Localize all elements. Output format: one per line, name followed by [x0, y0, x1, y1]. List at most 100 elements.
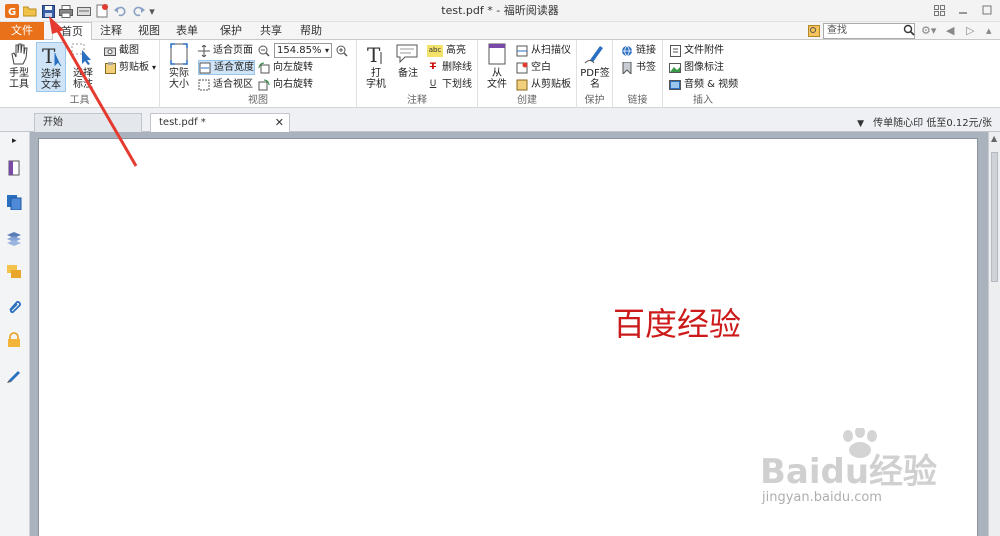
undo-icon[interactable] — [112, 3, 128, 19]
save-icon[interactable] — [40, 3, 56, 19]
comments-icon[interactable] — [6, 264, 22, 280]
from-file-icon — [488, 43, 506, 65]
new-icon[interactable] — [94, 3, 110, 19]
hand-tool-button[interactable]: 手型 工具 — [4, 42, 34, 90]
select-annotation-button[interactable]: 选择 标注 — [68, 42, 98, 90]
expand-panel-icon[interactable]: ▸ — [12, 136, 28, 152]
from-scanner-button[interactable]: 从扫描仪 — [516, 43, 571, 58]
hand-tool-label: 手型 工具 — [9, 68, 29, 90]
actual-size-label: 实际 大小 — [169, 68, 189, 90]
svg-text:G: G — [8, 7, 16, 18]
group-create: 从 文件 从扫描仪 空白 从剪贴板 创建 — [478, 40, 577, 108]
layout-icon[interactable] — [932, 2, 946, 18]
snapshot-button[interactable]: 截图 — [104, 43, 139, 58]
tab-comment[interactable]: 注释 — [92, 22, 130, 40]
bookmark-button[interactable]: 书签 — [621, 60, 656, 75]
select-text-label: 选择 文本 — [41, 69, 61, 91]
tab-start[interactable]: 开始 — [34, 113, 142, 132]
select-text-button[interactable]: T 选择 文本 — [36, 42, 66, 92]
open-folder-icon[interactable] — [22, 3, 38, 19]
pdf-sign-button[interactable]: PDF签 名 — [580, 42, 610, 90]
settings-gear-icon[interactable]: ⚙▾ — [921, 24, 936, 37]
typewriter-icon: T — [367, 43, 382, 66]
zoom-value: 154.85% — [277, 45, 322, 56]
zoom-out-icon[interactable] — [258, 43, 270, 58]
note-button[interactable]: 备注 — [393, 42, 423, 79]
clipboard-icon — [104, 61, 116, 74]
clipboard-button[interactable]: 剪贴板 ▾ — [104, 60, 156, 75]
from-file-label: 从 文件 — [487, 68, 507, 90]
typewriter-button[interactable]: T 打 字机 — [361, 42, 391, 90]
close-tab-icon[interactable]: ✕ — [275, 114, 284, 132]
insert-group-label: 插入 — [693, 95, 713, 106]
page-thumbnail-icon[interactable] — [6, 160, 22, 176]
rotate-right-button[interactable]: 向右旋转 — [258, 77, 313, 92]
audio-video-button[interactable]: 音频 & 视频 — [669, 77, 738, 92]
find-icon[interactable] — [808, 25, 820, 40]
fit-visible-icon — [198, 79, 210, 91]
blank-button[interactable]: 空白 — [516, 60, 551, 75]
tab-file[interactable]: 文件 — [0, 22, 44, 40]
underline-button[interactable]: U 下划线 — [427, 77, 472, 92]
fit-visible-button[interactable]: 适合视区 — [198, 77, 253, 92]
attachments-icon[interactable] — [6, 298, 22, 314]
layers-icon[interactable] — [6, 230, 22, 246]
dropdown-icon[interactable]: ▼ — [857, 119, 864, 129]
maximize-icon[interactable] — [980, 2, 994, 18]
scan-icon[interactable] — [76, 3, 92, 19]
tab-protect[interactable]: 保护 — [212, 22, 250, 40]
scrollbar-thumb[interactable] — [991, 152, 998, 282]
fit-width-label: 适合宽度 — [214, 62, 254, 73]
link-icon — [621, 45, 633, 57]
zoom-dropdown-icon[interactable]: ▾ — [325, 44, 329, 57]
tab-view[interactable]: 视图 — [130, 22, 168, 40]
fit-width-icon — [199, 62, 211, 74]
app-logo-icon[interactable]: G — [4, 3, 20, 19]
highlight-label: 高亮 — [446, 45, 466, 56]
tab-form[interactable]: 表单 — [168, 22, 206, 40]
select-annotation-label: 选择 标注 — [73, 68, 93, 90]
from-clipboard-button[interactable]: 从剪贴板 — [516, 77, 571, 92]
nav-back-icon[interactable]: ◀ — [946, 24, 954, 37]
search-icon[interactable] — [903, 24, 915, 36]
customize-icon[interactable]: ▾ — [148, 3, 156, 19]
document-tabs: 开始 test.pdf * ✕ ▼ 传单随心印 低至0.12元/张 — [0, 108, 1000, 132]
scroll-up-icon[interactable]: ▲ — [991, 134, 997, 143]
from-file-button[interactable]: 从 文件 — [482, 42, 512, 90]
ad-text: 传单随心印 低至0.12元/张 — [873, 118, 992, 129]
blank-label: 空白 — [531, 62, 551, 73]
zoom-select[interactable]: 154.85% ▾ — [274, 43, 332, 58]
media-icon — [669, 79, 681, 91]
tab-document[interactable]: test.pdf * ✕ — [150, 113, 290, 132]
fit-page-label: 适合页面 — [213, 45, 253, 56]
lock-icon[interactable] — [6, 332, 22, 348]
clipboard-dropdown-icon[interactable]: ▾ — [152, 60, 156, 75]
group-insert: 文件附件 图像标注 音频 & 视频 插入 — [663, 40, 743, 108]
file-attachment-button[interactable]: 文件附件 — [669, 43, 724, 58]
fit-width-button[interactable]: 适合宽度 — [198, 60, 255, 75]
actual-size-button[interactable]: 实际 大小 — [164, 42, 194, 90]
link-button[interactable]: 链接 — [621, 43, 656, 58]
pages-icon[interactable] — [6, 194, 22, 211]
highlight-button[interactable]: abc 高亮 — [427, 43, 466, 58]
strikeout-button[interactable]: T 删除线 — [427, 60, 472, 75]
collapse-ribbon-icon[interactable]: ▴ — [986, 24, 992, 37]
zoom-in-icon[interactable] — [336, 43, 348, 58]
print-icon[interactable] — [58, 3, 74, 19]
actual-size-icon — [170, 43, 188, 65]
image-annotation-button[interactable]: 图像标注 — [669, 60, 724, 75]
rotate-left-button[interactable]: 向左旋转 — [258, 60, 313, 75]
watermark: Baidu经验 jingyan.baidu.com — [760, 428, 980, 528]
ad-banner[interactable]: ▼ 传单随心印 低至0.12元/张 — [857, 114, 992, 129]
tab-home[interactable]: 首页 — [52, 22, 92, 41]
fit-page-button[interactable]: 适合页面 — [198, 43, 253, 58]
protect-group-label: 保护 — [584, 95, 605, 106]
vertical-scrollbar[interactable]: ▲ — [988, 132, 1000, 536]
redo-icon[interactable] — [130, 3, 146, 19]
minimize-icon[interactable] — [956, 2, 970, 18]
signature-icon[interactable] — [6, 368, 22, 384]
tab-share[interactable]: 共享 — [252, 22, 290, 40]
search-input[interactable]: 查找 — [823, 23, 915, 39]
tab-help[interactable]: 帮助 — [292, 22, 330, 40]
nav-forward-icon[interactable]: ▷ — [966, 24, 974, 37]
